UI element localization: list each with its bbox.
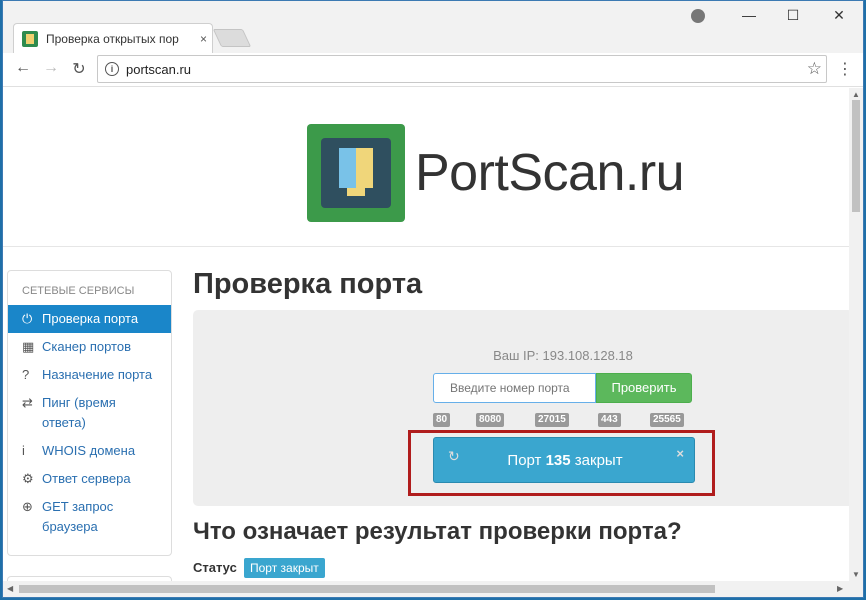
sidebar-item-server-response[interactable]: ⚙ Ответ сервера: [8, 465, 171, 493]
page-title: Проверка порта: [193, 268, 423, 300]
maximize-icon[interactable]: ☐: [783, 7, 803, 24]
sidebar-item-port-purpose[interactable]: ? Назначение порта: [8, 361, 171, 389]
sidebar: СЕТЕВЫЕ СЕРВИСЫ ⏻ Проверка порта ▦ Скане…: [7, 270, 172, 556]
ip-address-text: Ваш IP: 193.108.128.18: [493, 348, 633, 363]
site-logo[interactable]: PortScan.ru: [307, 124, 685, 222]
bookmark-star-icon[interactable]: ☆: [807, 59, 822, 79]
browser-menu-icon[interactable]: ⋮: [837, 59, 853, 79]
url-text[interactable]: portscan.ru: [126, 62, 191, 77]
globe-icon: ⊕: [22, 499, 33, 514]
check-button[interactable]: Проверить: [596, 373, 692, 403]
favicon-icon: [22, 30, 38, 47]
browser-tab[interactable]: Проверка открытых пор ×: [13, 23, 213, 53]
address-bar[interactable]: i portscan.ru ☆: [97, 55, 827, 83]
status-label: Статус: [193, 560, 237, 575]
sidebar-item-port-scanner[interactable]: ▦ Сканер портов: [8, 333, 171, 361]
sidebar-item-port-check[interactable]: ⏻ Проверка порта: [8, 305, 171, 333]
sidebar-item-label: Сканер портов: [42, 339, 132, 354]
vertical-scroll-thumb[interactable]: [852, 100, 860, 212]
browser-toolbar: ← → ↻ i portscan.ru ☆ ⋮: [3, 53, 863, 87]
status-badge: Порт закрыт: [244, 558, 325, 578]
close-window-icon[interactable]: ✕: [829, 7, 849, 24]
power-icon: ⏻: [22, 311, 33, 326]
sidebar-item-label: Пинг (время ответа): [42, 395, 116, 430]
new-tab-button[interactable]: [212, 29, 252, 47]
close-icon[interactable]: ×: [676, 446, 684, 461]
page-viewport: PortScan.ru СЕТЕВЫЕ СЕРВИСЫ ⏻ Проверка п…: [3, 88, 849, 581]
info-icon: i: [22, 443, 25, 458]
sidebar-item-label: WHOIS домена: [42, 443, 136, 458]
title-bar: Проверка открытых пор × — ☐ ✕: [3, 1, 863, 53]
port-number-input[interactable]: [433, 373, 596, 403]
site-info-icon[interactable]: i: [105, 62, 119, 76]
quick-port-8080[interactable]: 8080: [476, 413, 505, 427]
grid-icon: ▦: [22, 339, 35, 354]
exchange-icon: ⇄: [22, 395, 33, 410]
port-check-panel: Ваш IP: 193.108.128.18 Проверить 80 8080…: [193, 310, 849, 506]
quick-port-27015[interactable]: 27015: [535, 413, 569, 427]
horizontal-scroll-thumb[interactable]: [19, 585, 715, 593]
sidebar-item-label: Проверка порта: [42, 311, 139, 326]
logo-icon: [307, 124, 405, 222]
quick-port-443[interactable]: 443: [598, 413, 621, 427]
reload-icon[interactable]: ↻: [69, 59, 89, 79]
sidebar-item-get-request[interactable]: ⊕ GET запрос браузера: [8, 493, 171, 541]
logo-text: PortScan.ru: [415, 144, 685, 202]
user-profile-icon[interactable]: [691, 9, 705, 23]
tab-title: Проверка открытых пор: [46, 31, 179, 46]
browser-window: Проверка открытых пор × — ☐ ✕ ← → ↻ i po…: [2, 0, 864, 598]
quick-port-80[interactable]: 80: [433, 413, 451, 427]
forward-icon[interactable]: →: [41, 59, 61, 77]
result-alert: ↻ Порт 135 закрыт ×: [433, 437, 695, 483]
result-text: Порт 135 закрыт: [507, 452, 623, 469]
horizontal-scrollbar[interactable]: ◀ ▶: [3, 581, 863, 597]
section-heading: Что означает результат проверки порта?: [193, 518, 682, 545]
sidebar-item-label: Назначение порта: [42, 367, 153, 382]
back-icon[interactable]: ←: [13, 59, 33, 77]
sidebar-item-ping[interactable]: ⇄ Пинг (время ответа): [8, 389, 171, 437]
sidebar-item-label: Ответ сервера: [42, 471, 131, 486]
gear-icon: ⚙: [22, 471, 34, 486]
vertical-scrollbar[interactable]: ▲ ▼: [849, 88, 863, 581]
sidebar-item-label: GET запрос браузера: [42, 499, 114, 534]
header-divider: [3, 246, 849, 247]
question-icon: ?: [22, 367, 30, 382]
sidebar-item-whois[interactable]: i WHOIS домена: [8, 437, 171, 465]
sidebar-heading: СЕТЕВЫЕ СЕРВИСЫ: [22, 285, 135, 297]
tab-close-icon[interactable]: ×: [200, 32, 207, 46]
quick-port-25565[interactable]: 25565: [650, 413, 684, 427]
result-port-number: 135: [545, 452, 571, 469]
minimize-icon[interactable]: —: [739, 7, 759, 23]
